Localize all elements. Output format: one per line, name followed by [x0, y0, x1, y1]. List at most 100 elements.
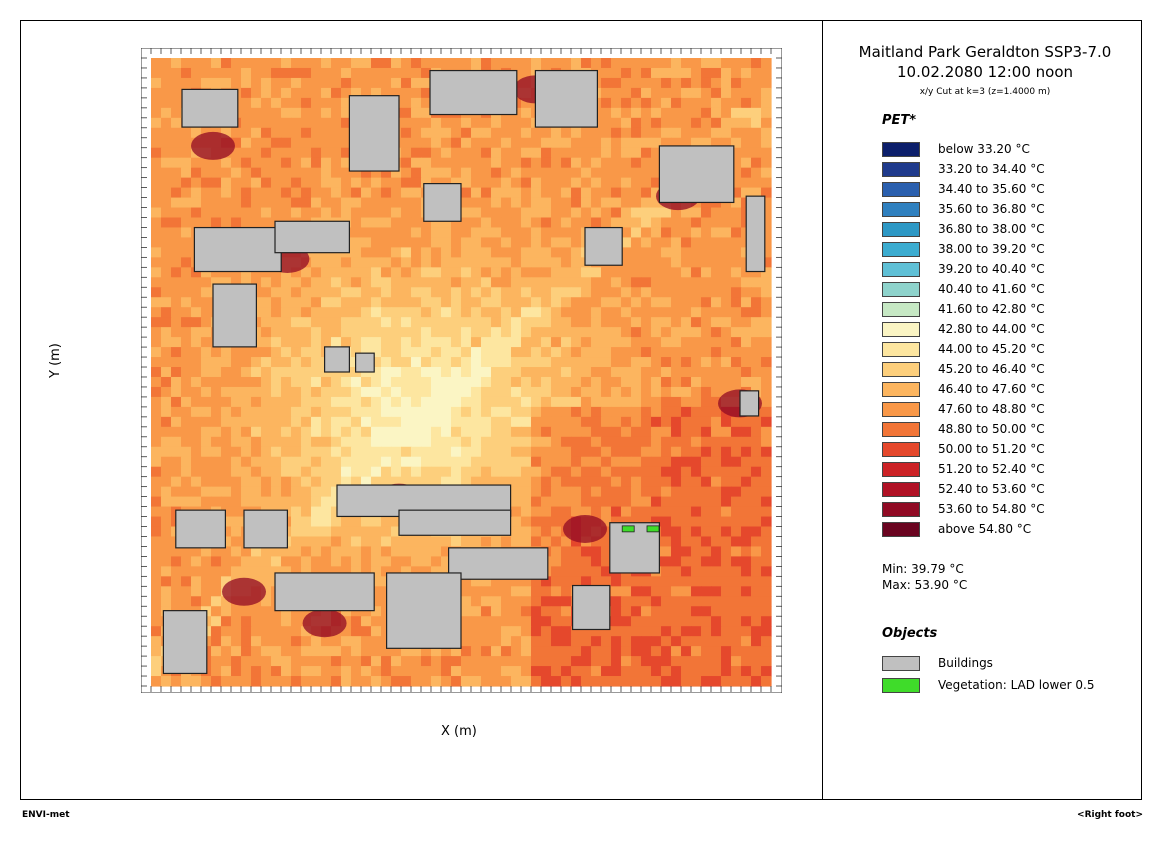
pet-cell — [401, 546, 412, 558]
pet-cell — [301, 636, 312, 647]
pet-cell — [341, 676, 352, 687]
pet-cell — [611, 456, 622, 468]
pet-cell — [521, 526, 532, 538]
pet-cell — [351, 327, 362, 338]
pet-cell — [701, 666, 712, 677]
pet-cell — [501, 187, 512, 199]
pet-cell — [251, 646, 262, 657]
pet-cell — [431, 117, 442, 129]
pet-cell — [281, 167, 292, 179]
pet-cell — [421, 396, 432, 408]
pet-cell — [191, 476, 202, 488]
pet-cell — [761, 307, 772, 318]
pet-cell — [551, 666, 562, 677]
pet-cell — [651, 416, 662, 428]
pet-cell — [561, 237, 572, 248]
pet-cell — [451, 327, 462, 338]
pet-cell — [691, 476, 702, 488]
pet-cell — [501, 237, 512, 248]
pet-cell — [641, 267, 652, 278]
pet-cell — [601, 197, 612, 209]
footer-left: ENVI-met — [22, 810, 70, 820]
pet-cell — [271, 87, 282, 99]
pet-cell — [231, 357, 242, 368]
pet-cell — [171, 676, 182, 687]
pet-cell — [491, 376, 502, 388]
pet-cell — [731, 127, 742, 139]
pet-cell — [221, 167, 232, 179]
pet-cell — [531, 177, 542, 189]
pet-cell — [661, 97, 672, 109]
pet-cell — [681, 97, 692, 109]
pet-cell — [691, 247, 702, 258]
pet-cell — [161, 556, 172, 567]
pet-cell — [451, 386, 462, 398]
pet-cell — [361, 676, 372, 687]
pet-cell — [691, 486, 702, 498]
pet-cell — [391, 227, 402, 239]
pet-cell — [211, 386, 222, 398]
pet-cell — [381, 277, 392, 288]
pet-cell — [681, 486, 692, 498]
pet-cell — [201, 466, 212, 478]
pet-cell — [691, 456, 702, 468]
pet-cell — [751, 466, 762, 478]
pet-cell — [281, 277, 292, 288]
hot-spot — [563, 515, 607, 543]
pet-cell — [251, 367, 262, 378]
pet-cell — [201, 207, 212, 219]
pet-cell — [391, 436, 402, 448]
pet-cell — [541, 247, 552, 258]
pet-cell — [281, 396, 292, 408]
pet-cell — [321, 446, 332, 458]
pet-cell — [731, 546, 742, 558]
pet-cell — [151, 656, 162, 667]
pet-cell — [201, 58, 212, 69]
pet-cell — [661, 486, 672, 498]
pet-cell — [651, 596, 662, 607]
pet-cell — [431, 466, 442, 478]
pet-cell — [471, 157, 482, 169]
pet-cell — [731, 277, 742, 288]
pet-cell — [651, 486, 662, 498]
pet-cell — [711, 376, 722, 388]
pet-cell — [411, 426, 422, 438]
pet-cell — [311, 416, 322, 428]
pet-cell — [351, 337, 362, 348]
pet-cell — [461, 207, 472, 219]
pet-cell — [531, 197, 542, 209]
pet-cell — [591, 337, 602, 348]
pet-cell — [191, 496, 202, 508]
pet-cell — [381, 367, 392, 378]
pet-cell — [331, 307, 342, 318]
legend-label: 47.60 to 48.80 °C — [938, 402, 1045, 416]
pet-cell — [601, 297, 612, 308]
pet-cell — [461, 416, 472, 428]
pet-cell — [161, 476, 172, 488]
pet-cell — [241, 137, 252, 149]
pet-cell — [601, 386, 612, 398]
pet-cell — [361, 516, 372, 528]
pet-cell — [181, 267, 192, 278]
pet-cell — [211, 496, 222, 508]
pet-cell — [601, 376, 612, 388]
pet-cell — [481, 376, 492, 388]
pet-cell — [711, 606, 722, 617]
pet-cell — [191, 367, 202, 378]
pet-cell — [671, 436, 682, 448]
pet-cell — [421, 406, 432, 418]
pet-cell — [651, 97, 662, 109]
pet-cell — [721, 327, 732, 338]
pet-cell — [561, 327, 572, 338]
pet-cell — [631, 386, 642, 398]
pet-cell — [731, 466, 742, 478]
pet-cell — [761, 586, 772, 597]
pet-cell — [281, 676, 292, 687]
pet-cell — [151, 87, 162, 99]
pet-cell — [691, 287, 702, 298]
pet-cell — [251, 207, 262, 219]
pet-cell — [511, 526, 522, 538]
pet-cell — [171, 416, 182, 428]
pet-cell — [491, 586, 502, 597]
pet-cell — [681, 496, 692, 508]
